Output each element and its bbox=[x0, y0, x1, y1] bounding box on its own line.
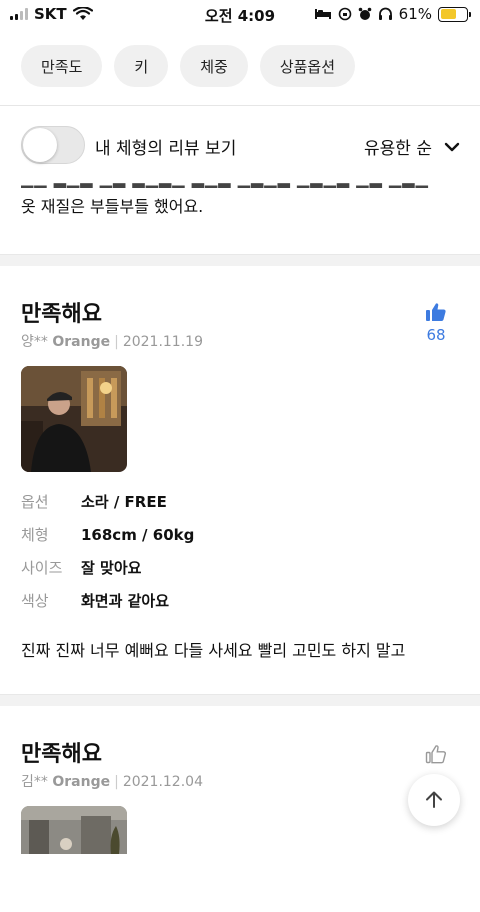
review-photo[interactable] bbox=[21, 366, 127, 472]
section-divider bbox=[0, 254, 480, 266]
bed-icon bbox=[314, 9, 331, 19]
attr-key: 색상 bbox=[21, 592, 49, 610]
chip-satisfaction[interactable]: 만족도 bbox=[21, 45, 103, 87]
sort-dropdown[interactable]: 유용한 순 bbox=[364, 134, 460, 159]
review-date: 2021.12.04 bbox=[122, 774, 203, 790]
toggle-knob bbox=[23, 128, 57, 162]
attr-row: 옵션 소라 / FREE bbox=[21, 485, 194, 518]
review-photo[interactable] bbox=[21, 806, 127, 912]
review-grade: Orange bbox=[52, 334, 111, 350]
attr-row: 체형 168cm / 60kg bbox=[21, 518, 194, 551]
alarm-icon bbox=[358, 7, 371, 20]
chevron-down-icon bbox=[444, 142, 460, 151]
attr-value: 168cm / 60kg bbox=[81, 525, 195, 544]
attr-value: 화면과 같아요 bbox=[81, 592, 170, 610]
status-bar: SKT 오전 4:09 61% bbox=[0, 0, 480, 28]
review-date: 2021.11.19 bbox=[122, 334, 203, 350]
review-title: 만족해요 bbox=[21, 302, 102, 327]
thumbs-up-outline-icon bbox=[425, 745, 446, 764]
review-photo-image bbox=[21, 806, 127, 854]
thumbs-up-icon bbox=[426, 303, 446, 321]
attr-row: 사이즈 잘 맞아요 bbox=[21, 551, 194, 584]
like-count: 68 bbox=[426, 326, 446, 344]
like-button[interactable] bbox=[425, 744, 447, 768]
sort-label: 유용한 순 bbox=[364, 139, 432, 159]
previous-review-cut-line: ▁▁ ▂▁▂ ▁▂ ▂▁▂▁ ▂▁▂ ▁▂▁▂ ▁▂▁▂ ▁▂ ▁▂▁ ▁▂▁▂… bbox=[21, 180, 461, 192]
chip-height[interactable]: 키 bbox=[114, 45, 169, 87]
previous-review-text: 옷 재질은 부들부들 했어요. bbox=[21, 197, 204, 216]
review-user: 김** bbox=[21, 774, 48, 790]
attr-value: 잘 맞아요 bbox=[81, 559, 142, 577]
review-meta: 양** Orange | 2021.11.19 bbox=[21, 334, 203, 350]
review-user: 양** bbox=[21, 334, 48, 350]
battery-icon bbox=[438, 6, 471, 22]
review-photo-image bbox=[21, 366, 127, 472]
filter-chip-bar: 만족도 키 체중 상품옵션 bbox=[21, 45, 356, 87]
scroll-to-top-button[interactable] bbox=[408, 774, 460, 826]
review-title: 만족해요 bbox=[21, 742, 102, 767]
attr-value: 소라 / FREE bbox=[81, 493, 167, 511]
review-text: 진짜 진짜 너무 예뻐요 다들 사세요 빨리 고민도 하지 말고 bbox=[21, 641, 406, 660]
arrow-up-icon bbox=[426, 791, 442, 808]
attr-key: 체형 bbox=[21, 526, 49, 544]
attr-row: 색상 화면과 같아요 bbox=[21, 584, 194, 617]
section-divider bbox=[0, 694, 480, 706]
chip-weight[interactable]: 체중 bbox=[180, 45, 248, 87]
review-grade: Orange bbox=[52, 774, 111, 790]
battery-percent: 61% bbox=[398, 5, 432, 23]
like-button[interactable]: 68 bbox=[425, 302, 447, 344]
chip-product-option[interactable]: 상품옵션 bbox=[259, 45, 356, 87]
headphones-icon bbox=[378, 7, 392, 20]
review-attributes: 옵션 소라 / FREE 체형 168cm / 60kg 사이즈 잘 맞아요 색상 화면… bbox=[21, 485, 194, 617]
attr-key: 사이즈 bbox=[21, 559, 63, 577]
divider bbox=[0, 105, 480, 106]
review-meta: 김** Orange | 2021.12.04 bbox=[21, 774, 203, 790]
body-type-toggle-label: 내 체형의 리뷰 보기 bbox=[95, 139, 237, 159]
attr-key: 옵션 bbox=[21, 493, 49, 511]
rotation-lock-icon bbox=[338, 7, 351, 21]
status-right: 61% bbox=[314, 5, 471, 23]
body-type-toggle[interactable] bbox=[21, 126, 85, 164]
